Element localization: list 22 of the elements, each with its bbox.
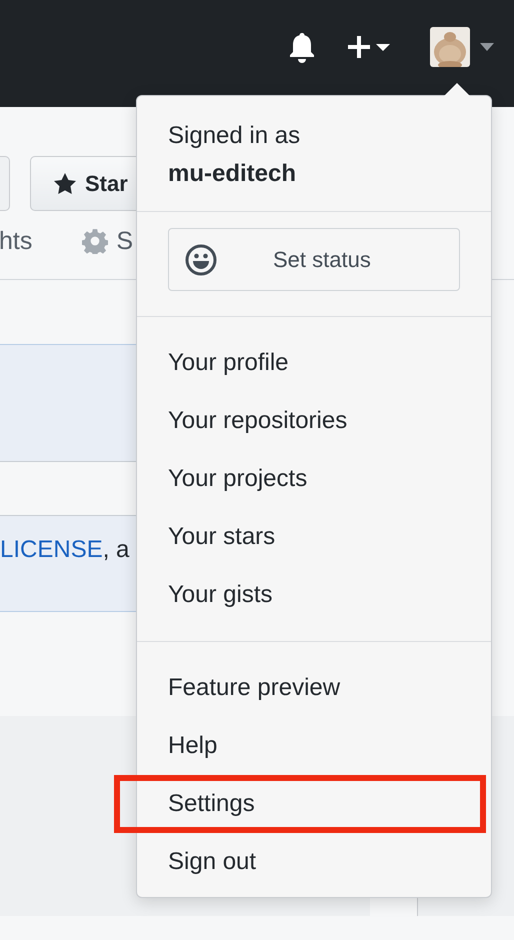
menu-item[interactable]: Sign out bbox=[137, 833, 491, 891]
menu-item[interactable]: Help bbox=[137, 717, 491, 775]
menu-item[interactable]: Your projects bbox=[137, 450, 491, 508]
signed-in-label: Signed in as bbox=[168, 121, 302, 151]
settings-tab[interactable]: S bbox=[82, 226, 134, 256]
notice-text: , a bbox=[102, 536, 130, 564]
username: mu-editech bbox=[168, 159, 298, 189]
bell-icon[interactable] bbox=[288, 30, 316, 62]
caret-icon[interactable] bbox=[480, 42, 494, 50]
menu-item[interactable]: Settings bbox=[114, 775, 486, 833]
plus-dropdown-icon[interactable] bbox=[346, 34, 392, 60]
menu-item[interactable]: Your gists bbox=[137, 566, 491, 624]
gear-icon bbox=[82, 228, 108, 254]
star-icon bbox=[53, 172, 77, 196]
menu-item[interactable]: Your repositories bbox=[137, 392, 491, 450]
menu-item[interactable]: Your stars bbox=[137, 508, 491, 566]
set-status-button[interactable]: Set status bbox=[168, 228, 460, 291]
menu-item[interactable]: Feature preview bbox=[137, 659, 491, 717]
smiley-icon bbox=[185, 244, 217, 276]
license-link[interactable]: LICENSE bbox=[0, 536, 103, 564]
menu-item[interactable]: Your profile bbox=[137, 334, 491, 392]
tab[interactable]: hts bbox=[0, 226, 32, 256]
